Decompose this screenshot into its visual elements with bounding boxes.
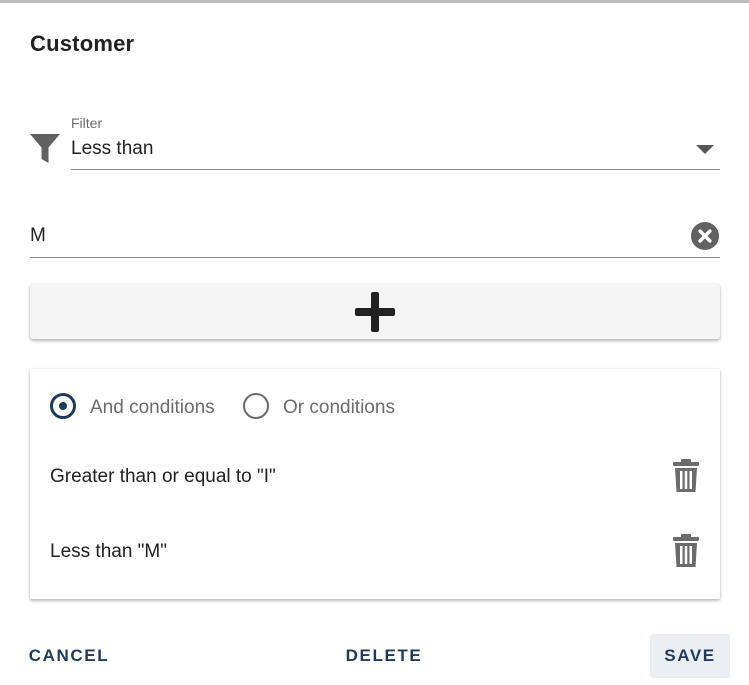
- cancel-button[interactable]: CANCEL: [20, 634, 118, 678]
- filter-label: Filter: [71, 115, 103, 131]
- or-conditions-label: Or conditions: [283, 397, 395, 418]
- value-field: [30, 213, 720, 258]
- radio-unchecked-icon[interactable]: [243, 393, 269, 419]
- filter-selected-value: Less than: [71, 138, 154, 159]
- filter-dialog: Customer Filter Less than And conditio: [0, 0, 749, 685]
- condition-text: Greater than or equal to "I": [50, 466, 276, 487]
- trash-icon[interactable]: [672, 459, 700, 493]
- and-conditions-label: And conditions: [90, 397, 215, 418]
- delete-button[interactable]: DELETE: [337, 634, 431, 678]
- condition-item: Greater than or equal to "I": [50, 459, 700, 495]
- filter-row: Filter Less than: [30, 115, 720, 170]
- radio-checked-icon[interactable]: [50, 393, 76, 419]
- or-conditions-radio[interactable]: Or conditions: [243, 393, 418, 423]
- add-condition-button[interactable]: [30, 284, 720, 339]
- and-conditions-radio[interactable]: And conditions: [50, 393, 235, 423]
- trash-icon[interactable]: [672, 534, 700, 568]
- plus-icon: [355, 292, 395, 332]
- value-input[interactable]: [30, 223, 670, 249]
- funnel-icon: [30, 134, 60, 163]
- condition-item: Less than "M": [50, 534, 700, 570]
- conditions-panel: And conditions Or conditions Greater tha…: [30, 369, 720, 599]
- condition-text: Less than "M": [50, 541, 167, 562]
- filter-select[interactable]: Filter Less than: [71, 115, 720, 170]
- clear-icon[interactable]: [691, 222, 719, 250]
- save-button[interactable]: SAVE: [650, 634, 730, 678]
- caret-down-icon[interactable]: [696, 145, 714, 154]
- dialog-title: Customer: [30, 31, 135, 56]
